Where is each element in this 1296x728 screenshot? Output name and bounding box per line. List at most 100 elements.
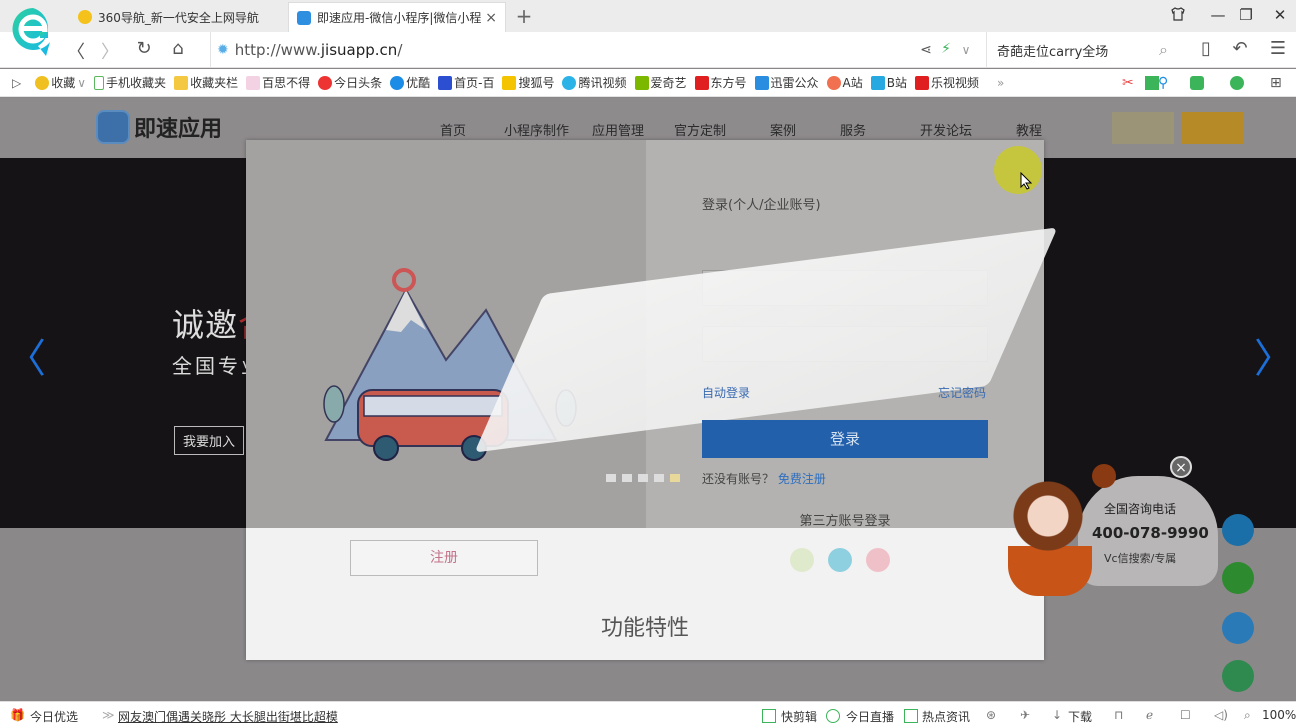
menu-cases[interactable]: 案例 [770, 120, 796, 139]
login-header-button[interactable] [1112, 112, 1174, 144]
forgot-password-link[interactable]: 忘记密码 [938, 384, 986, 401]
search-input[interactable]: 奇葩走位carry全场 ⌕ [986, 32, 1176, 68]
side-chat-icon[interactable] [1222, 562, 1254, 594]
restore-button[interactable]: ❐ [1234, 6, 1258, 24]
bookmark-item[interactable]: 首页-百 [438, 74, 494, 91]
translate-icon[interactable] [1145, 75, 1159, 90]
carousel-dot[interactable] [654, 474, 664, 482]
tencent-video-icon [562, 75, 577, 90]
sidebar-toggle-icon[interactable]: ▷ [12, 76, 21, 90]
bookmark-item[interactable]: 百思不得 [246, 74, 310, 91]
mobile-icon[interactable]: ▯ [1194, 38, 1218, 59]
home-button[interactable]: ⌂ [166, 38, 190, 59]
service-close-button[interactable]: × [1170, 456, 1192, 478]
download-icon[interactable]: ↓ [1052, 708, 1062, 722]
bookmark-item[interactable]: 爱奇艺 [634, 74, 687, 91]
news-ticker-link[interactable]: 网友澳门偶遇关晓彤 大长腿出街堪比超模 [118, 708, 338, 725]
expand-icon[interactable]: ≫ [102, 708, 115, 722]
bookmark-item[interactable]: 今日头条 [318, 74, 382, 91]
free-register-link[interactable]: 免费注册 [778, 472, 826, 486]
menu-tutorial[interactable]: 教程 [1016, 120, 1042, 139]
acfun-icon [826, 75, 841, 90]
carousel-prev-icon[interactable]: 〈 [6, 326, 46, 384]
bookmark-item[interactable]: B站 [870, 74, 907, 91]
bookmark-item[interactable]: 收藏 ∨ [35, 74, 86, 91]
bookmark-item[interactable]: 东方号 [694, 74, 747, 91]
apps-grid-icon[interactable]: ⊞ [1270, 75, 1282, 91]
menu-forum[interactable]: 开发论坛 [920, 120, 972, 139]
menu-app-manage[interactable]: 应用管理 [592, 120, 644, 139]
refresh-button[interactable]: ↻ [132, 38, 156, 59]
screenshot-icon[interactable]: ☐ [1180, 708, 1191, 722]
gift-icon: 🎁 [10, 708, 25, 722]
close-window-button[interactable]: ✕ [1268, 6, 1292, 24]
bookmark-item[interactable]: 手机收藏夹 [94, 74, 166, 91]
new-tab-button[interactable]: + [512, 4, 536, 28]
shield-icon[interactable] [1230, 75, 1244, 90]
menu-services[interactable]: 服务 [840, 120, 866, 139]
bookmark-item[interactable]: 搜狐号 [502, 74, 554, 91]
carousel-dot-active[interactable] [670, 474, 680, 482]
rocket-icon[interactable]: ✈ [1020, 708, 1030, 722]
bookmark-item[interactable]: A站 [826, 74, 863, 91]
window-icon[interactable]: ⊓ [1114, 708, 1123, 722]
bookmark-item[interactable]: 乐视视频 [915, 74, 979, 91]
forward-button[interactable]: 〉 [98, 38, 122, 64]
accelerate-icon[interactable]: ⊛ [986, 708, 996, 722]
side-phone-icon[interactable] [1222, 514, 1254, 546]
youku-icon [390, 75, 405, 90]
minimize-button[interactable]: — [1206, 6, 1230, 24]
login-modal: 登录(个人/企业账号) 自动登录 忘记密码 登录 还没有账号？ 免费注册 第三方… [246, 140, 1058, 660]
qq-login-icon[interactable] [828, 548, 852, 572]
zoom-lens-icon[interactable]: ⚲ [1158, 75, 1168, 91]
volume-icon[interactable]: ◁) [1214, 708, 1228, 722]
carousel-next-icon[interactable]: 〉 [1254, 326, 1294, 384]
dropdown-icon[interactable]: ∨ [954, 43, 978, 57]
bookmark-item[interactable]: 优酷 [390, 74, 430, 91]
auto-login-checkbox[interactable]: 自动登录 [702, 384, 750, 401]
live-button[interactable]: 今日直播 [846, 708, 894, 725]
carousel-dot[interactable] [606, 474, 616, 482]
skin-icon[interactable] [1166, 6, 1190, 26]
bookmark-item[interactable]: 迅雷公众 [754, 74, 819, 91]
join-button[interactable]: 我要加入 [174, 426, 245, 455]
letv-icon [915, 75, 929, 90]
quick-edit-button[interactable]: 快剪辑 [781, 708, 817, 725]
register-header-button[interactable] [1182, 112, 1244, 144]
weibo-login-icon[interactable] [866, 548, 890, 572]
today-pick-button[interactable]: 今日优选 [30, 708, 78, 725]
download-button[interactable]: 下载 [1068, 708, 1092, 725]
wechat-login-icon[interactable] [790, 548, 814, 572]
undo-icon[interactable]: ↶ [1228, 38, 1252, 59]
carousel-dot[interactable] [638, 474, 648, 482]
title-bar: 360导航_新一代安全上网导航 即速应用-微信小程序|微信小程序 × + — ❐… [0, 0, 1296, 32]
back-button[interactable]: 〈 [64, 38, 88, 64]
menu-custom[interactable]: 官方定制 [674, 120, 726, 139]
ie-icon[interactable]: ℯ [1146, 708, 1153, 722]
menu-icon[interactable]: ☰ [1266, 38, 1290, 59]
search-icon[interactable]: ⌕ [1159, 40, 1168, 60]
tab-close-icon[interactable]: × [485, 10, 497, 26]
tab-360-nav[interactable]: 360导航_新一代安全上网导航 [70, 2, 286, 32]
browser-logo-icon[interactable] [10, 6, 56, 58]
carousel-dot[interactable] [622, 474, 632, 482]
menu-home[interactable]: 首页 [440, 120, 466, 139]
hot-news-button[interactable]: 热点资讯 [922, 708, 970, 725]
web-page: 即速应用 首页 小程序制作 应用管理 官方定制 案例 服务 开发论坛 教程 诚邀… [0, 98, 1296, 700]
scissors-icon[interactable]: ✂ [1122, 75, 1134, 91]
zoom-icon[interactable]: ⌕ [1244, 708, 1251, 723]
side-wechat-icon[interactable] [1222, 660, 1254, 692]
login-button[interactable]: 登录 [702, 420, 988, 458]
bookmark-item[interactable]: 腾讯视频 [562, 74, 627, 91]
url-text[interactable]: http://www.jisuapp.cn/ [235, 41, 403, 59]
side-top-icon[interactable] [1222, 612, 1254, 644]
menu-miniprogram[interactable]: 小程序制作 [504, 120, 569, 139]
address-bar[interactable]: ✹ http://www.jisuapp.cn/ [210, 32, 910, 68]
site-logo[interactable]: 即速应用 [96, 110, 222, 144]
tab-jisuapp[interactable]: 即速应用-微信小程序|微信小程序 × [288, 2, 506, 32]
register-button[interactable]: 注册 [350, 540, 538, 576]
game-icon[interactable] [1190, 75, 1204, 90]
bookmarks-more-icon[interactable]: » [997, 76, 1004, 90]
zoom-level[interactable]: 100% [1262, 708, 1296, 722]
bookmark-item[interactable]: 收藏夹栏 [174, 74, 238, 91]
